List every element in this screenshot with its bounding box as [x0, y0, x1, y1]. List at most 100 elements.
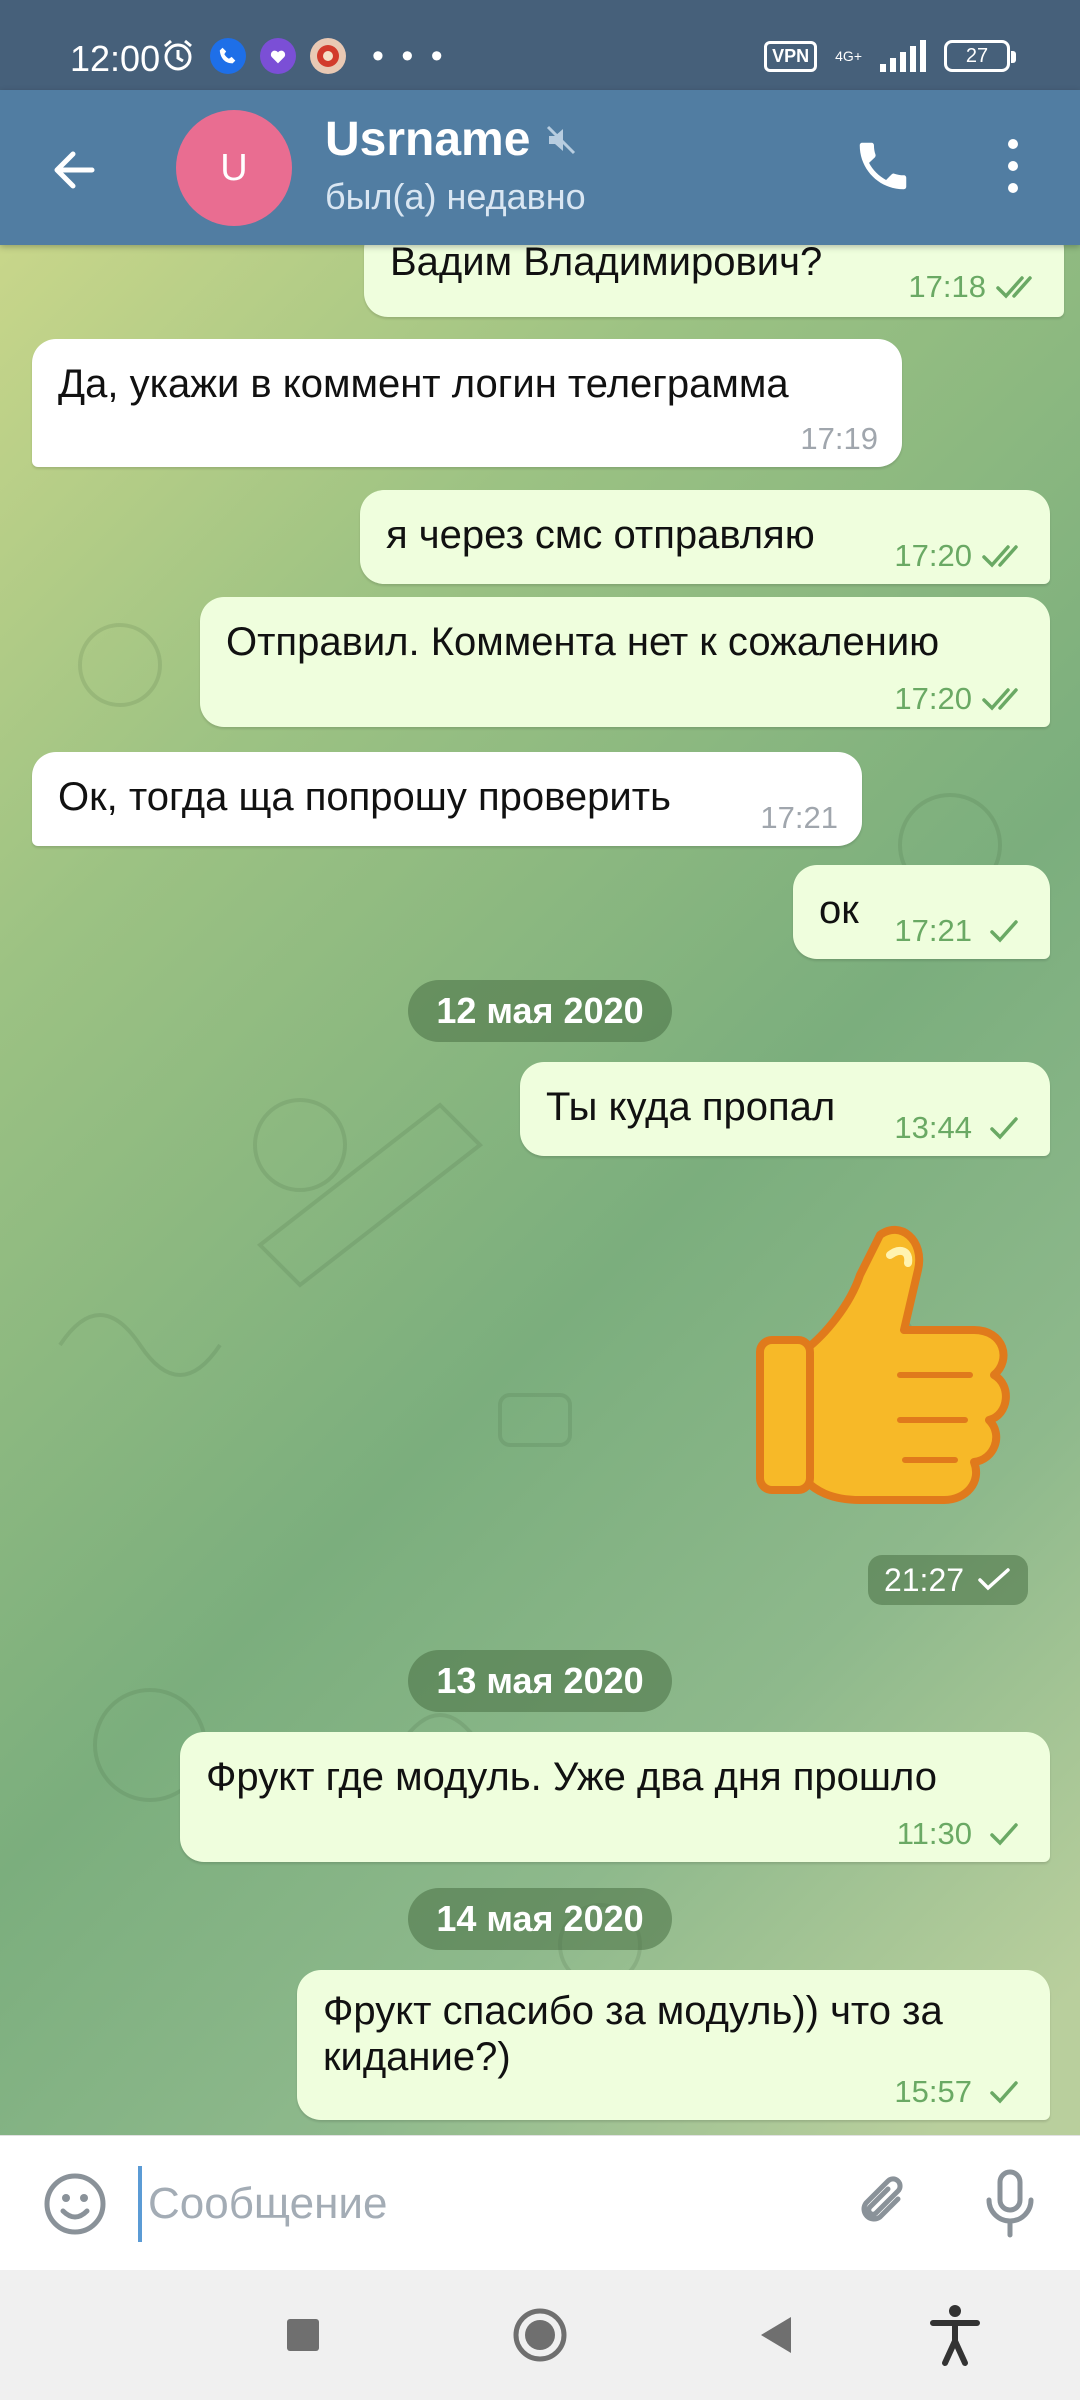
phone-app-icon [210, 38, 246, 74]
message-time: 13:44 [894, 1110, 972, 1145]
message-incoming[interactable]: Ок, тогда ща попрошу проверить 17:21 [32, 752, 862, 846]
message-time: 21:27 [883, 1561, 965, 1598]
message-outgoing[interactable]: ок 17:21 [793, 865, 1050, 959]
app-icon [310, 38, 346, 74]
double-check-icon [996, 276, 1032, 299]
accessibility-button[interactable] [920, 2300, 990, 2370]
check-icon [990, 2081, 1018, 2104]
message-meta: 17:19 [800, 421, 878, 457]
smile-icon [44, 2173, 106, 2235]
message-meta: 11:30 [897, 1816, 1026, 1852]
message-meta: 17:18 [908, 269, 1040, 305]
message-meta: 17:21 [894, 913, 1026, 949]
dot [1008, 139, 1018, 149]
arrow-left-icon [54, 151, 95, 189]
message-text: Отправил. Коммента нет к сожалению [226, 620, 940, 664]
date-label: 13 мая 2020 [436, 1660, 644, 1701]
status-time: 12:00 [70, 38, 161, 79]
message-text-line: кидание?) [323, 2035, 511, 2079]
microphone-icon [986, 2169, 1034, 2238]
date-separator: 13 мая 2020 [408, 1650, 672, 1712]
paperclip-icon [861, 2176, 903, 2222]
message-time: 11:30 [896, 1816, 972, 1851]
message-outgoing[interactable]: Фрукт где модуль. Уже два дня прошло 11:… [180, 1732, 1050, 1862]
contact-name[interactable]: Usrname [325, 112, 578, 167]
viber-icon [260, 38, 296, 74]
contact-name-text: Usrname [325, 113, 531, 166]
double-check-icon [982, 545, 1018, 568]
message-input[interactable] [138, 2166, 818, 2242]
sticker-meta: 21:27 [868, 1555, 1028, 1605]
message-text-line: Фрукт спасибо за модуль)) что за [323, 1989, 943, 2033]
triangle-back-icon [761, 2317, 791, 2353]
date-separator: 14 мая 2020 [408, 1888, 672, 1950]
home-button[interactable] [505, 2300, 575, 2370]
network-type: 4G+ [835, 48, 862, 64]
date-separator: 12 мая 2020 [408, 980, 672, 1042]
check-icon [990, 1117, 1018, 1140]
message-time: 17:21 [894, 913, 972, 948]
notification-icons: • • • [160, 38, 447, 74]
battery-icon: 27 [944, 40, 1016, 72]
alarm-icon [160, 38, 196, 74]
message-text: ок [819, 888, 859, 932]
chat-area[interactable]: Вадим Владимирович? 17:18 Да, укажи в ко… [0, 245, 1080, 2135]
system-navigation-bar [0, 2270, 1080, 2400]
accessibility-icon [930, 2305, 980, 2366]
check-icon [990, 920, 1018, 943]
message-outgoing[interactable]: я через смс отправляю 17:20 [360, 490, 1050, 584]
message-text: Фрукт где модуль. Уже два дня прошло [206, 1755, 937, 1799]
message-time: 17:21 [760, 800, 838, 835]
message-meta: 13:44 [894, 1110, 1026, 1146]
vpn-indicator: VPN [764, 40, 818, 72]
message-meta: 17:20 [894, 538, 1026, 574]
message-outgoing[interactable]: Ты куда пропал 13:44 [520, 1062, 1050, 1156]
message-time: 15:57 [894, 2074, 972, 2109]
recents-button[interactable] [268, 2300, 338, 2370]
dot [1008, 161, 1018, 171]
voice-message-button[interactable] [975, 2166, 1045, 2242]
thumbs-up-sticker[interactable] [750, 1215, 1030, 1505]
back-button[interactable] [40, 135, 110, 205]
chat-header: U Usrname был(а) недавно [0, 90, 1080, 245]
attach-button[interactable] [850, 2169, 920, 2239]
message-time: 17:20 [894, 681, 972, 716]
muted-icon [547, 125, 576, 154]
message-incoming[interactable]: Да, укажи в коммент логин телеграмма 17:… [32, 339, 902, 467]
more-menu-button[interactable] [990, 135, 1036, 197]
message-meta: 15:57 [894, 2074, 1026, 2110]
double-check-icon [982, 688, 1018, 711]
battery-level: 27 [965, 44, 989, 67]
message-composer [0, 2135, 1080, 2270]
date-label: 14 мая 2020 [436, 1898, 644, 1939]
message-time: 17:19 [800, 421, 878, 456]
check-icon [978, 1568, 1010, 1591]
contact-status: был(а) недавно [325, 176, 586, 217]
dot [1008, 183, 1018, 193]
signal-icon [880, 40, 926, 72]
message-time: 17:18 [908, 269, 986, 304]
phone-icon [859, 142, 907, 190]
message-text: Фрукт спасибо за модуль)) что за кидание… [323, 1988, 943, 2080]
message-text: Да, укажи в коммент логин телеграмма [58, 362, 789, 406]
message-outgoing[interactable]: Вадим Владимирович? 17:18 [364, 245, 1064, 317]
back-nav-button[interactable] [740, 2300, 810, 2370]
date-label: 12 мая 2020 [436, 990, 644, 1031]
message-text: Ок, тогда ща попрошу проверить [58, 775, 671, 819]
message-time: 17:20 [894, 538, 972, 573]
avatar-letter: U [220, 146, 248, 189]
message-meta: 17:20 [894, 681, 1026, 717]
message-outgoing[interactable]: Фрукт спасибо за модуль)) что за кидание… [297, 1970, 1050, 2120]
call-button[interactable] [852, 135, 914, 197]
system-indicators: VPN 4G+ 27 [764, 40, 1016, 72]
message-text: Ты куда пропал [546, 1085, 836, 1129]
avatar[interactable]: U [176, 110, 292, 226]
circle-icon [513, 2308, 567, 2362]
status-bar: 12:00 • • • VPN 4G+ 27 [0, 0, 1080, 90]
emoji-button[interactable] [40, 2169, 110, 2239]
more-notifications-icon: • • • [372, 37, 447, 75]
message-outgoing[interactable]: Отправил. Коммента нет к сожалению 17:20 [200, 597, 1050, 727]
check-icon [990, 1823, 1018, 1846]
square-icon [287, 2319, 319, 2351]
message-text: я через смс отправляю [386, 513, 815, 557]
